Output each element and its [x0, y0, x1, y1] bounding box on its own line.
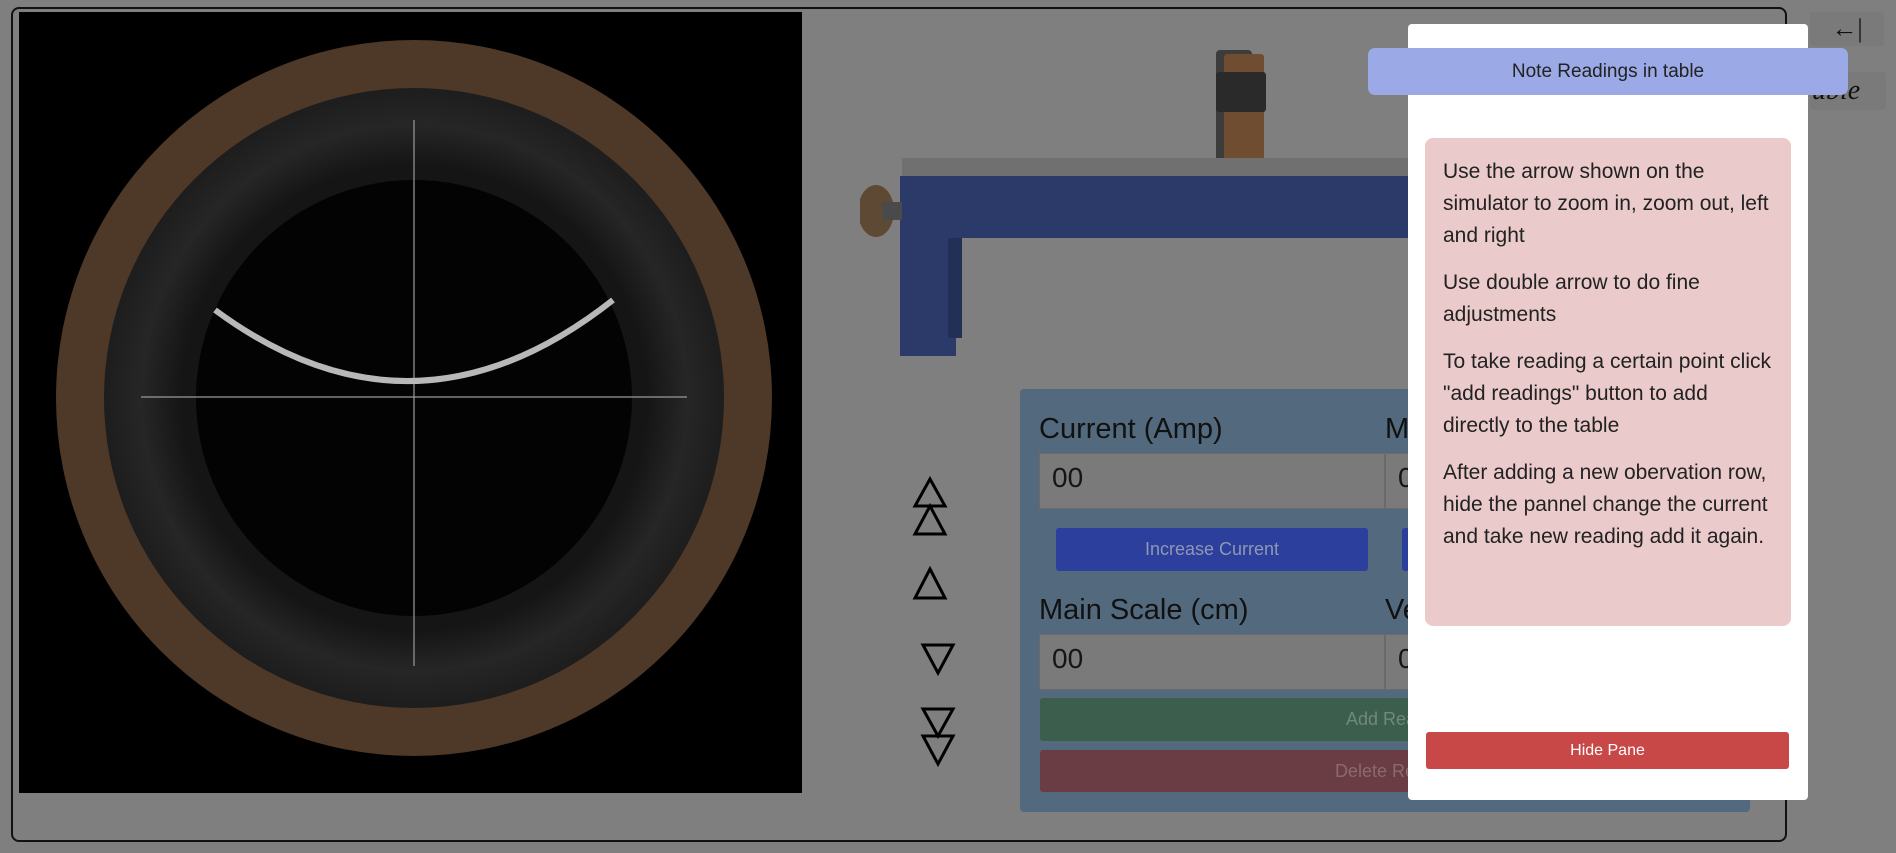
microscope-view: [19, 12, 802, 793]
down-arrow-icon[interactable]: [920, 642, 956, 676]
instruction-text: Use the arrow shown on the simulator to …: [1443, 160, 1769, 247]
main-scale-input[interactable]: 00: [1039, 634, 1385, 690]
instruction-text: To take reading a certain point click "a…: [1443, 350, 1772, 437]
adjust-arrows: [908, 470, 968, 770]
up-arrow-icon[interactable]: [912, 566, 948, 602]
panel-title: Note Readings in table: [1368, 48, 1848, 95]
collapse-panel-button[interactable]: ←|: [1810, 12, 1884, 46]
delete-readings-button[interactable]: Delete Rea: [1040, 750, 1425, 792]
travelling-microscope-apparatus: [858, 40, 1422, 370]
add-readings-button[interactable]: Add Reac: [1040, 698, 1425, 741]
double-down-arrow-icon[interactable]: [920, 706, 956, 768]
eyepiece-graphic: [56, 40, 772, 756]
double-up-arrow-icon[interactable]: [912, 476, 948, 540]
instruction-text: Use double arrow to do fine adjustments: [1443, 271, 1700, 326]
main-scale-label: Main Scale (cm): [1039, 594, 1249, 626]
instruction-text: After adding a new obervation row, hide …: [1443, 461, 1768, 548]
instructions-box: Use the arrow shown on the simulator to …: [1425, 138, 1791, 626]
current-input[interactable]: 00: [1039, 453, 1385, 509]
increase-current-button[interactable]: Increase Current: [1056, 528, 1368, 571]
hide-pane-button[interactable]: Hide Pane: [1426, 732, 1789, 769]
column2-label-top: M: [1385, 413, 1410, 445]
current-label: Current (Amp): [1039, 413, 1223, 445]
